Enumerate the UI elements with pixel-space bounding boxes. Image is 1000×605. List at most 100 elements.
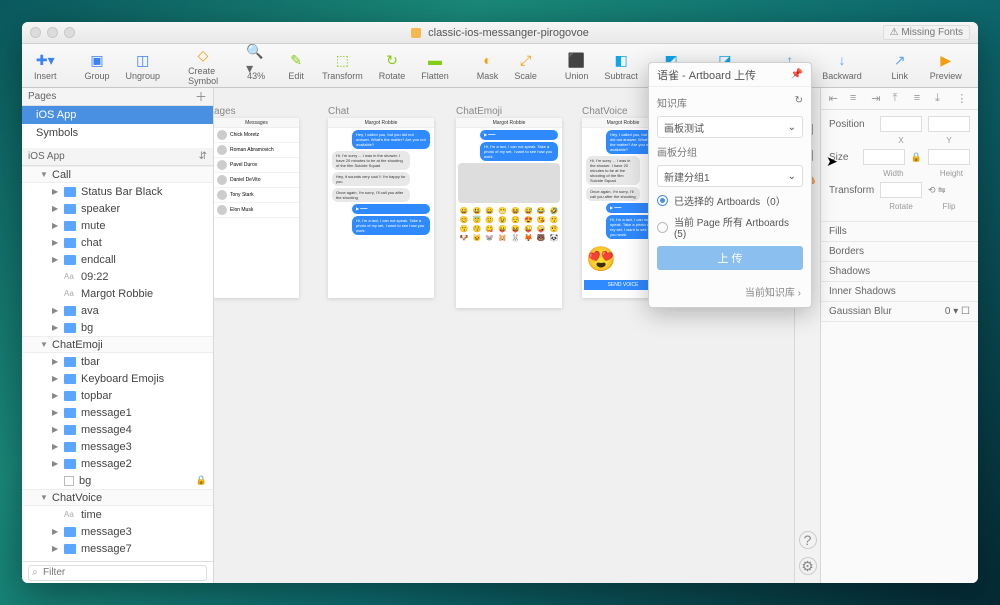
layer-artboard-header[interactable]: ▼ChatEmoji [22, 336, 213, 353]
layers-toggle-icon[interactable]: ⇵ [199, 151, 207, 162]
preview-button[interactable]: ▶Preview [924, 50, 968, 81]
app-window: classic-ios-messanger-pirogovoe ⚠ Missin… [22, 22, 978, 583]
width-input[interactable] [863, 149, 905, 165]
create-symbol-button[interactable]: ◇Create Symbol [182, 45, 224, 86]
mask-button[interactable]: ◐Mask [471, 50, 505, 81]
traffic-lights[interactable] [30, 27, 75, 38]
union-button[interactable]: ⬛Union [559, 50, 595, 81]
rotate-input[interactable] [880, 182, 922, 198]
layer-row[interactable]: ▶bg [22, 319, 213, 336]
layer-row[interactable]: ▶mute [22, 217, 213, 234]
titlebar: classic-ios-messanger-pirogovoe ⚠ Missin… [22, 22, 978, 44]
layer-row[interactable]: ▶message1 [22, 404, 213, 421]
fills-section[interactable]: Fills [821, 222, 978, 242]
scale-button[interactable]: ⤢Scale [508, 50, 543, 81]
radio-all-artboards[interactable]: 当前 Page 所有 Artboards (5) [657, 214, 803, 240]
artboard-chatemoji[interactable]: ChatEmoji Margot Robbie ▶ ━━━ Hi, I'm a … [456, 118, 562, 308]
add-page-button[interactable]: ＋ [195, 88, 207, 105]
filter-input[interactable] [28, 565, 207, 581]
insert-button[interactable]: ✚▾ Insert [28, 50, 63, 81]
layer-row[interactable]: ▶Status Bar Black [22, 183, 213, 200]
minimize-icon[interactable] [47, 27, 58, 38]
inner-shadows-section[interactable]: Inner Shadows [821, 282, 978, 302]
align-right-icon[interactable]: ⇥ [871, 92, 885, 106]
lock-aspect-icon[interactable]: 🔒 [911, 152, 922, 163]
layer-row[interactable]: ▶tbar [22, 353, 213, 370]
cloud-button[interactable]: ☁Cloud [972, 50, 978, 81]
layer-row[interactable]: ▶topbar [22, 387, 213, 404]
flatten-button[interactable]: ▬Flatten [415, 50, 455, 81]
transform-button[interactable]: ⬚Transform [316, 50, 369, 81]
knowledge-base-select[interactable]: 画板测试⌄ [657, 116, 803, 138]
page-item[interactable]: iOS App [22, 106, 213, 124]
align-hcenter-icon[interactable]: ≡ [850, 92, 864, 106]
layer-row[interactable]: ▶message3 [22, 438, 213, 455]
upload-button[interactable]: 上 传 [657, 246, 803, 270]
backward-button[interactable]: ↓Backward [816, 50, 868, 81]
align-controls: ⇤ ≡ ⇥ ⤒ ≡ ⤓ ⋮ [821, 88, 978, 110]
radio-selected-artboards[interactable]: 已选择的 Artboards（0） [657, 193, 803, 208]
left-panel: Pages ＋ iOS App Symbols iOS App ⇵ ▼Call▶… [22, 88, 214, 583]
layer-row[interactable]: AaMargot Robbie [22, 285, 213, 302]
layer-row[interactable]: ▶message7 [22, 540, 213, 557]
edit-button[interactable]: ✎Edit [280, 50, 312, 81]
layer-row[interactable]: ▶endcall [22, 251, 213, 268]
layer-artboard-header[interactable]: ▼ChatVoice [22, 489, 213, 506]
popup-title: 语雀 - Artboard 上传 [657, 67, 756, 83]
layer-row[interactable]: ▶speaker [22, 200, 213, 217]
height-input[interactable] [928, 149, 970, 165]
align-top-icon[interactable]: ⤒ [892, 92, 906, 106]
layer-list[interactable]: ▼Call▶Status Bar Black▶speaker▶mute▶chat… [22, 166, 213, 561]
settings-icon[interactable]: ⚙ [799, 557, 817, 575]
page-list: iOS App Symbols [22, 106, 213, 142]
artboard-chat[interactable]: Chat Margot Robbie Hey, I called you, bu… [328, 118, 434, 298]
rotate-button[interactable]: ↻Rotate [373, 50, 412, 81]
list-item: Elon Musk [214, 203, 299, 218]
layer-row[interactable]: ▶ava [22, 302, 213, 319]
blur-section[interactable]: Gaussian Blur 0 ▾ ☐ [821, 302, 978, 322]
list-item: Daniel DeVito [214, 173, 299, 188]
close-icon[interactable] [30, 27, 41, 38]
group-button[interactable]: ▣Group [79, 50, 116, 81]
help-icon[interactable]: ? [799, 531, 817, 549]
list-item: Pavel Durov [214, 158, 299, 173]
layer-artboard-header[interactable]: ▼Call [22, 166, 213, 183]
artboard-messages[interactable]: ages Messages Chick MoretzRoman Abramovi… [214, 118, 299, 298]
main: Pages ＋ iOS App Symbols iOS App ⇵ ▼Call▶… [22, 88, 978, 583]
layers-header: iOS App ⇵ [22, 148, 213, 166]
document-icon [411, 28, 421, 38]
shadows-section[interactable]: Shadows [821, 262, 978, 282]
layer-row[interactable]: ▶message4 [22, 421, 213, 438]
align-vcenter-icon[interactable]: ≡ [914, 92, 928, 106]
layer-row[interactable]: ▶message2 [22, 455, 213, 472]
missing-fonts-badge[interactable]: ⚠ Missing Fonts [883, 25, 970, 40]
list-item: Roman Abramovich [214, 143, 299, 158]
chevron-down-icon: ⌄ [788, 171, 796, 182]
search-icon: ⌕ [32, 567, 38, 578]
align-left-icon[interactable]: ⇤ [829, 92, 843, 106]
layer-row[interactable]: Aatime [22, 506, 213, 523]
position-y-input[interactable] [928, 116, 970, 132]
refresh-icon[interactable]: ↻ [795, 95, 803, 110]
page-item[interactable]: Symbols [22, 124, 213, 142]
pin-icon[interactable]: 📌 [791, 69, 803, 80]
layer-row[interactable]: ▶message3 [22, 523, 213, 540]
link-button[interactable]: ↗Link [884, 50, 916, 81]
list-item: Chick Moretz [214, 128, 299, 143]
align-bottom-icon[interactable]: ⤓ [935, 92, 949, 106]
layer-row[interactable]: Aa09:22 [22, 268, 213, 285]
current-kb-link[interactable]: 当前知识库 › [745, 284, 801, 299]
zoom-icon[interactable] [64, 27, 75, 38]
distribute-icon[interactable]: ⋮ [956, 92, 970, 106]
group-select[interactable]: 新建分组1⌄ [657, 165, 803, 187]
ungroup-button[interactable]: ◫Ungroup [120, 50, 167, 81]
layer-row[interactable]: ▶Keyboard Emojis [22, 370, 213, 387]
position-x-input[interactable] [880, 116, 922, 132]
borders-section[interactable]: Borders [821, 242, 978, 262]
layer-row[interactable]: bg🔒 [22, 472, 213, 489]
list-item: Tony Stark [214, 188, 299, 203]
subtract-button[interactable]: ◧Subtract [598, 50, 644, 81]
zoom-control[interactable]: 🔍▾43% [240, 50, 272, 81]
layer-row[interactable]: ▶chat [22, 234, 213, 251]
radio-icon [657, 222, 668, 233]
